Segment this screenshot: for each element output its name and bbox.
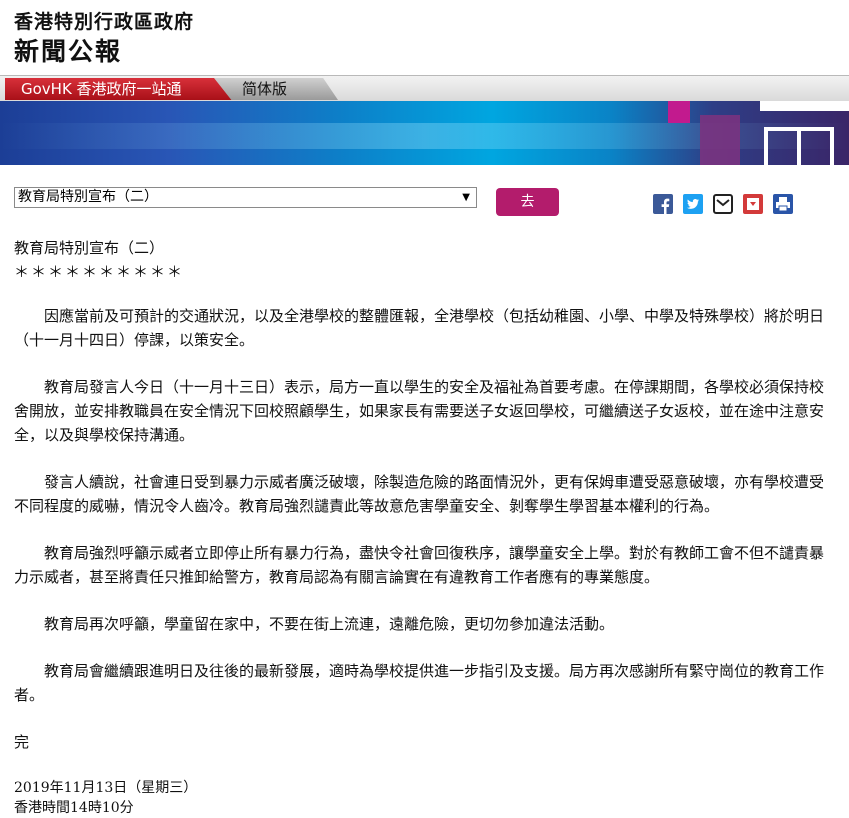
release-time: 香港時間14時10分 [14, 800, 134, 816]
release-selector-row: 教育局特別宣布（二） ▼ 去 [0, 165, 849, 225]
government-name: 香港特別行政區政府 [14, 11, 195, 33]
article-paragraph: 發言人續說，社會連日受到暴力示威者廣泛破壞，除製造危險的路面情況外，更有保姆車遭… [14, 473, 825, 515]
banner-edge [760, 101, 849, 111]
banner-tile [700, 115, 740, 165]
article-paragraph: 教育局發言人今日（十一月十三日）表示，局方一直以學生的安全及福祉為首要考慮。在停… [14, 378, 825, 444]
site-header: 香港特別行政區政府 新聞公報 [0, 0, 849, 75]
simplified-chinese-link[interactable]: 简体版 [214, 78, 338, 100]
print-icon[interactable] [773, 194, 793, 214]
headline-stars: ＊＊＊＊＊＊＊＊＊＊ [14, 263, 185, 281]
press-release-title: 新聞公報 [14, 37, 123, 66]
dropdown-arrow-icon: ▼ [462, 192, 470, 203]
article-paragraph: 教育局會繼續跟進明日及往後的最新發展，適時為學校提供進一步指引及支援。局方再次感… [14, 662, 825, 704]
release-date: 2019年11月13日（星期三） [14, 780, 198, 796]
top-nav-bar: GovHK 香港政府一站通 简体版 [0, 75, 849, 101]
release-select[interactable]: 教育局特別宣布（二） ▼ [14, 187, 477, 208]
banner-frame-bar [797, 127, 801, 165]
govhk-link[interactable]: GovHK 香港政府一站通 [5, 78, 233, 100]
article-paragraph: 教育局強烈呼籲示威者立即停止所有暴力行為，盡快令社會回復秩序，讓學童安全上學。對… [14, 544, 825, 586]
go-button[interactable]: 去 [496, 188, 559, 216]
release-select-value: 教育局特別宣布（二） [18, 189, 158, 205]
article-body: 教育局特別宣布（二） ＊＊＊＊＊＊＊＊＊＊ 因應當前及可預計的交通狀況，以及全港… [14, 236, 834, 818]
bookmark-icon[interactable] [743, 194, 763, 214]
article-headline: 教育局特別宣布（二） [14, 239, 165, 257]
facebook-icon[interactable] [653, 194, 673, 214]
article-paragraph: 因應當前及可預計的交通狀況，以及全港學校的整體匯報，全港學校（包括幼稚園、小學、… [14, 307, 825, 349]
email-icon[interactable] [713, 194, 733, 214]
article-paragraph: 教育局再次呼籲，學童留在家中，不要在街上流連，遠離危險，更切勿參加違法活動。 [44, 615, 615, 633]
twitter-icon[interactable] [683, 194, 703, 214]
header-banner [0, 101, 849, 165]
end-mark: 完 [14, 733, 30, 751]
banner-tile [668, 101, 690, 123]
